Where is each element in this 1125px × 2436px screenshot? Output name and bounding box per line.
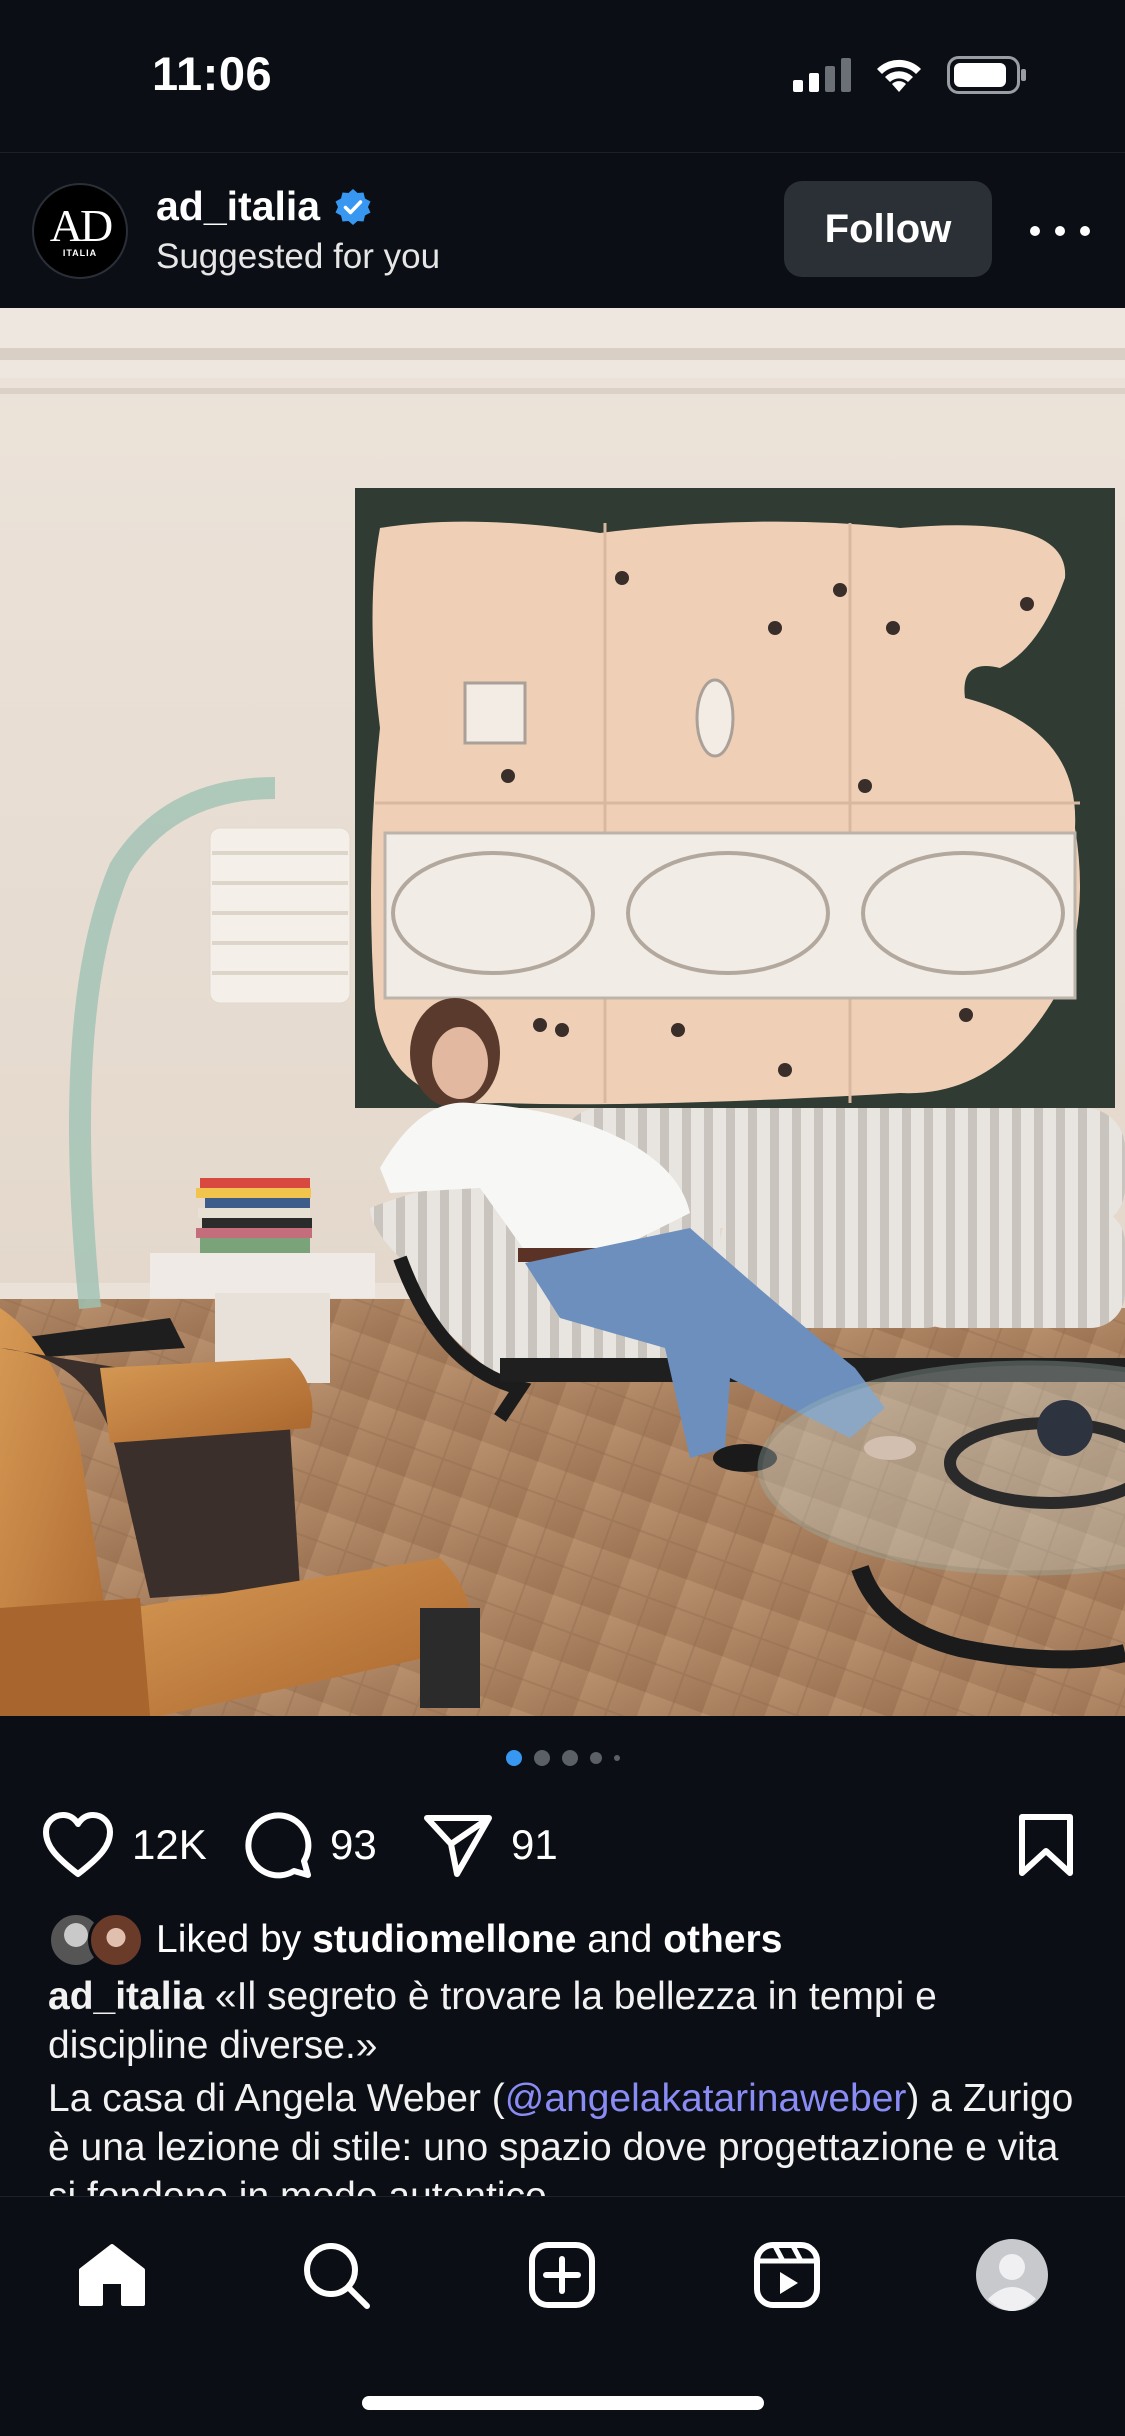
verified-badge-icon: [335, 188, 371, 225]
wifi-icon: [877, 59, 921, 92]
liked-by-middle: and: [576, 1918, 664, 1961]
post-actions: 12K 93 91: [0, 1805, 1125, 1885]
avatar-logo-sub: ITALIA: [62, 248, 98, 258]
nav-create[interactable]: [522, 2235, 602, 2315]
comment-action[interactable]: 93: [244, 1805, 377, 1885]
caption-container: ad_italia «Il segreto è trovare la belle…: [0, 1960, 1125, 2196]
carousel-indicator: [0, 1750, 1125, 1766]
caption-body: La casa di Angela Weber (@angelakatarina…: [48, 2074, 1088, 2196]
nav-home[interactable]: [72, 2235, 152, 2315]
battery-icon: [947, 56, 1026, 94]
status-time: 11:06: [152, 47, 273, 100]
reels-icon[interactable]: [753, 2241, 821, 2309]
search-icon[interactable]: [301, 2240, 371, 2310]
account-avatar[interactable]: AD ITALIA: [32, 183, 128, 279]
caption-username[interactable]: ad_italia: [48, 1975, 204, 2018]
liked-by-prefix: Liked by: [156, 1918, 313, 1961]
share-icon[interactable]: [423, 1812, 493, 1878]
liked-by-user[interactable]: studiomellone: [312, 1918, 576, 1962]
comment-count: 93: [330, 1821, 377, 1868]
status-bar: 11:06: [0, 0, 1125, 150]
cellular-signal-icon: [793, 58, 851, 92]
post-image[interactable]: [0, 308, 1125, 1716]
comment-icon[interactable]: [244, 1811, 312, 1879]
interior-photo: [0, 308, 1125, 1716]
liked-by-others[interactable]: others: [663, 1918, 782, 1962]
more-options-icon[interactable]: [1030, 211, 1090, 251]
profile-icon[interactable]: [974, 2237, 1050, 2313]
nav-reels[interactable]: [747, 2235, 827, 2315]
carousel-dot: [613, 1755, 620, 1761]
post-header: AD ITALIA ad_italia Suggested for you Fo…: [0, 152, 1125, 308]
share-action[interactable]: 91: [423, 1805, 558, 1885]
caption-quote-line: ad_italia «Il segreto è trovare la belle…: [48, 1972, 1088, 2070]
suggested-label: Suggested for you: [156, 237, 441, 276]
username-text: ad_italia: [156, 183, 321, 229]
carousel-dot: [533, 1750, 550, 1766]
save-action[interactable]: [1018, 1805, 1074, 1885]
status-icons: [793, 56, 1027, 94]
caption-mention[interactable]: @angelakatarinaweber: [505, 2077, 907, 2120]
bookmark-icon[interactable]: [1018, 1813, 1074, 1877]
home-icon[interactable]: [77, 2242, 147, 2308]
nav-search[interactable]: [296, 2235, 376, 2315]
follow-button[interactable]: Follow: [784, 181, 992, 277]
caption[interactable]: ad_italia «Il segreto è trovare la belle…: [48, 1972, 1088, 2196]
nav-profile[interactable]: [972, 2235, 1052, 2315]
create-icon[interactable]: [528, 2241, 596, 2309]
heart-icon[interactable]: [42, 1812, 114, 1878]
like-count: 12K: [132, 1821, 207, 1868]
home-indicator: [362, 2396, 764, 2410]
account-username[interactable]: ad_italia: [156, 183, 372, 230]
share-count: 91: [511, 1821, 558, 1868]
carousel-dot: [505, 1750, 522, 1766]
caption-body-start: La casa di Angela Weber (: [48, 2077, 505, 2120]
carousel-dot: [561, 1750, 578, 1766]
carousel-dot: [589, 1752, 602, 1764]
like-action[interactable]: 12K: [42, 1805, 207, 1885]
avatar-logo: AD: [49, 200, 113, 251]
